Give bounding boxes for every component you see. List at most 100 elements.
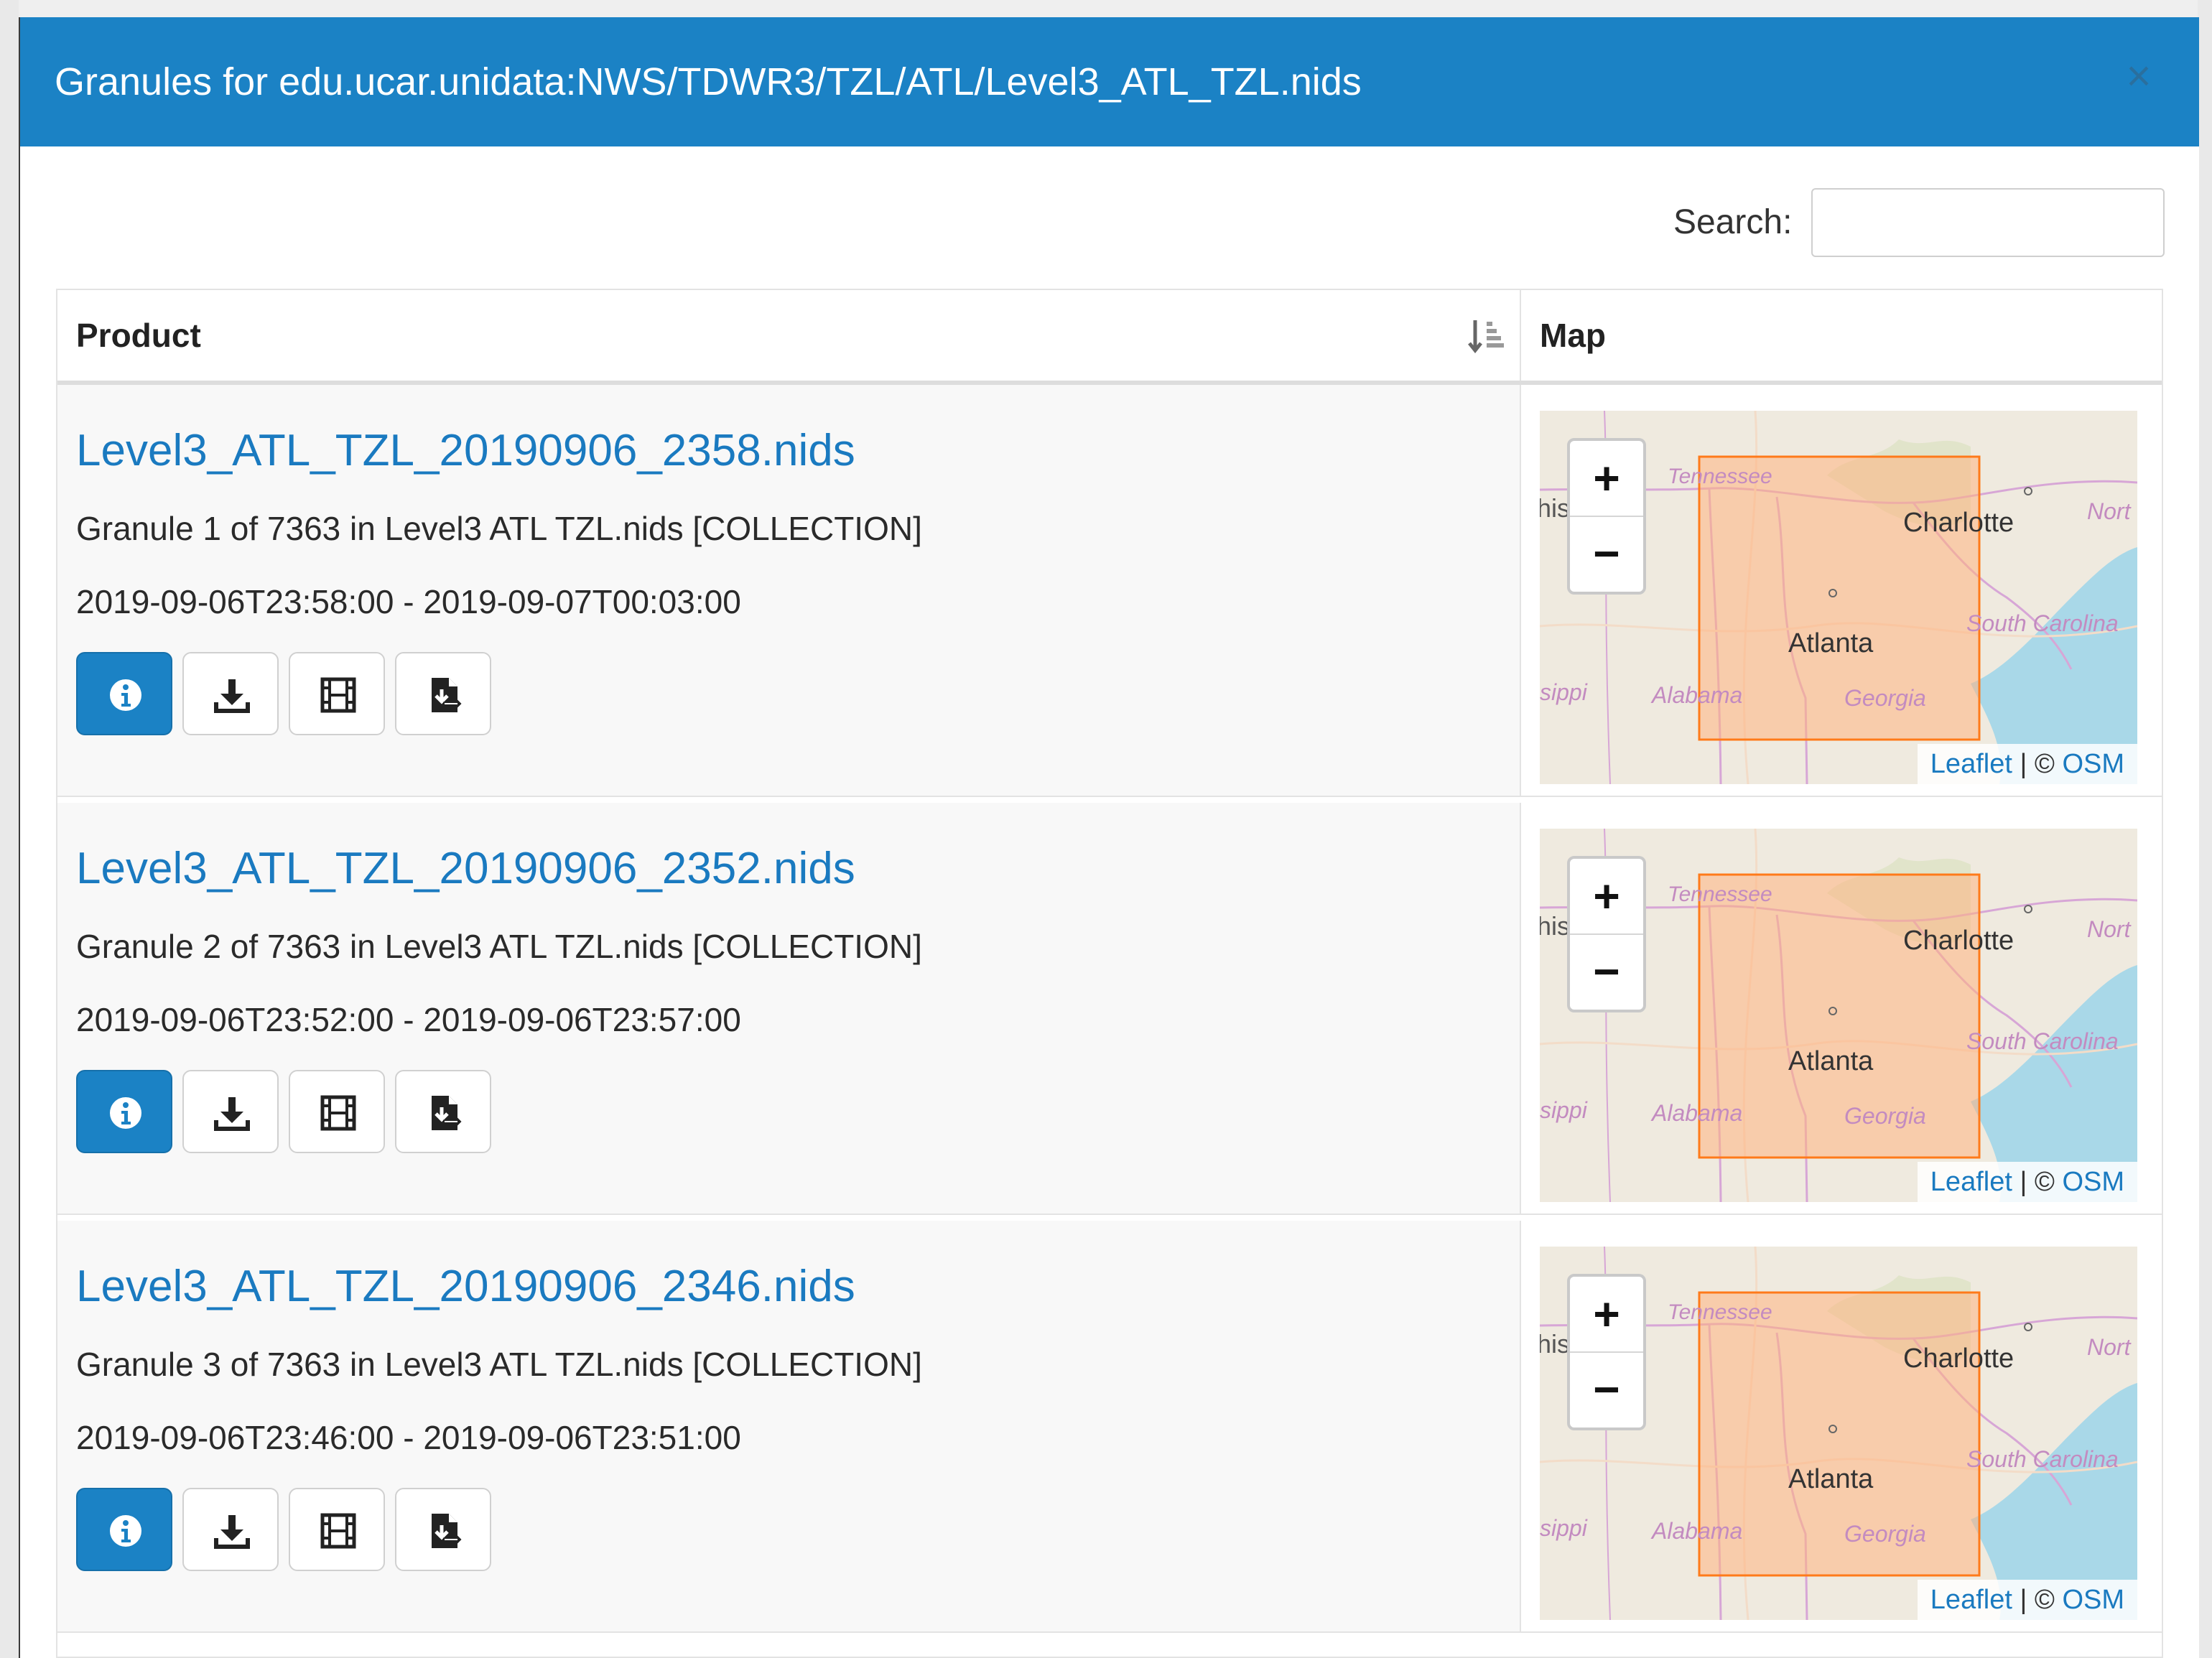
map-label-georgia: Georgia xyxy=(1844,1521,1926,1547)
info-button[interactable] xyxy=(76,1488,172,1571)
map-label-mississippi: sippi xyxy=(1540,1097,1587,1123)
map-label-georgia: Georgia xyxy=(1844,1103,1926,1129)
map-label-partial: his xyxy=(1540,493,1571,523)
granule-map[interactable]: Tennessee his Charlotte Nort South Carolina A… xyxy=(1540,411,2137,784)
column-header-product-label: Product xyxy=(76,317,201,354)
product-cell: Level3_ATL_TZL_20190906_2346.nids Granul… xyxy=(57,1221,1521,1631)
granule-time-range: 2019-09-06T23:52:00 - 2019-09-06T23:57:0… xyxy=(76,1001,741,1038)
map-label-south-carolina: South Carolina xyxy=(1966,1446,2119,1472)
zoom-in-button[interactable]: + xyxy=(1570,859,1643,935)
attribution-separator: | © xyxy=(2012,1585,2063,1615)
table-row: Level3_ATL_TZL_20190906_2358.nids Granul… xyxy=(57,385,2162,797)
attribution-separator: | © xyxy=(2012,1167,2063,1197)
zoom-out-button[interactable]: − xyxy=(1570,1352,1643,1427)
file-import-button[interactable] xyxy=(395,1070,491,1153)
product-cell: Level3_ATL_TZL_20190906_2358.nids Granul… xyxy=(57,385,1521,796)
file-import-icon xyxy=(432,678,462,712)
map-label-partial: his xyxy=(1540,1329,1571,1359)
info-button[interactable] xyxy=(76,652,172,735)
sort-descending-icon[interactable] xyxy=(1465,316,1505,356)
granule-map[interactable]: Tennessee his Charlotte Nort South Carolina A… xyxy=(1540,829,2137,1202)
table-header: Product Map xyxy=(57,290,2162,385)
map-label-mississippi: sippi xyxy=(1540,1515,1587,1541)
map-label-alabama: Alabama xyxy=(1652,682,1743,708)
download-icon xyxy=(214,1515,250,1549)
close-icon[interactable]: × xyxy=(2117,55,2160,98)
map-label-atlanta: Atlanta xyxy=(1788,628,1874,658)
leaflet-link[interactable]: Leaflet xyxy=(1930,1585,2012,1615)
map-label-partial: his xyxy=(1540,911,1571,941)
zoom-out-button[interactable]: − xyxy=(1570,516,1643,591)
map-label-alabama: Alabama xyxy=(1652,1518,1743,1544)
map-attribution: Leaflet | © OSM xyxy=(1917,1580,2137,1620)
info-icon xyxy=(110,1097,141,1129)
map-label-charlotte: Charlotte xyxy=(1903,926,2014,956)
leaflet-link[interactable]: Leaflet xyxy=(1930,1167,2012,1197)
map-cell: Tennessee his Charlotte Nort South Carolina A… xyxy=(1521,1221,2162,1631)
map-label-south-carolina: South Carolina xyxy=(1966,1028,2119,1054)
film-icon xyxy=(320,1513,356,1549)
info-button[interactable] xyxy=(76,1070,172,1153)
map-label-north: Nort xyxy=(2087,498,2131,524)
map-label-georgia: Georgia xyxy=(1844,685,1926,711)
file-import-icon xyxy=(432,1096,462,1130)
column-header-product[interactable]: Product xyxy=(57,290,1521,381)
osm-link[interactable]: OSM xyxy=(2062,749,2124,779)
map-label-alabama: Alabama xyxy=(1652,1100,1743,1126)
search-input[interactable] xyxy=(1811,188,2165,257)
zoom-in-button[interactable]: + xyxy=(1570,1277,1643,1353)
granule-description: Granule 3 of 7363 in Level3 ATL TZL.nids… xyxy=(76,1346,922,1383)
backdrop-right xyxy=(2198,0,2212,1658)
granule-description: Granule 2 of 7363 in Level3 ATL TZL.nids… xyxy=(76,928,922,965)
film-icon xyxy=(320,677,356,713)
zoom-control: + − xyxy=(1567,856,1646,1012)
map-label-north: Nort xyxy=(2087,1334,2131,1360)
column-header-map: Map xyxy=(1540,317,1606,354)
zoom-out-button[interactable]: − xyxy=(1570,934,1643,1009)
film-icon xyxy=(320,1095,356,1131)
granule-link[interactable]: Level3_ATL_TZL_20190906_2358.nids xyxy=(76,424,855,478)
file-import-button[interactable] xyxy=(395,1488,491,1571)
map-label-tennessee: Tennessee xyxy=(1668,882,1772,906)
osm-link[interactable]: OSM xyxy=(2062,1585,2124,1615)
attribution-separator: | © xyxy=(2012,749,2063,779)
download-button[interactable] xyxy=(182,1070,279,1153)
backdrop-top xyxy=(0,0,2212,17)
file-import-button[interactable] xyxy=(395,652,491,735)
search-label: Search: xyxy=(1673,203,1793,241)
zoom-control: + − xyxy=(1567,1274,1646,1430)
file-import-icon xyxy=(432,1514,462,1548)
film-button[interactable] xyxy=(289,1488,385,1571)
map-attribution: Leaflet | © OSM xyxy=(1917,1162,2137,1202)
granule-link[interactable]: Level3_ATL_TZL_20190906_2346.nids xyxy=(76,1259,855,1314)
info-icon xyxy=(110,679,141,711)
table-row: Level3_ATL_TZL_20190906_2352.nids Granul… xyxy=(57,803,2162,1215)
info-icon xyxy=(110,1515,141,1547)
download-button[interactable] xyxy=(182,1488,279,1571)
granules-modal: Granules for edu.ucar.unidata:NWS/TDWR3/… xyxy=(19,17,2199,1658)
modal-title: Granules for edu.ucar.unidata:NWS/TDWR3/… xyxy=(55,60,1362,103)
map-attribution: Leaflet | © OSM xyxy=(1917,744,2137,784)
zoom-in-button[interactable]: + xyxy=(1570,441,1643,517)
product-cell: Level3_ATL_TZL_20190906_2352.nids Granul… xyxy=(57,803,1521,1214)
osm-link[interactable]: OSM xyxy=(2062,1167,2124,1197)
download-button[interactable] xyxy=(182,652,279,735)
modal-header: Granules for edu.ucar.unidata:NWS/TDWR3/… xyxy=(20,17,2199,146)
granule-link[interactable]: Level3_ATL_TZL_20190906_2352.nids xyxy=(76,842,855,896)
map-label-north: Nort xyxy=(2087,916,2131,942)
map-label-atlanta: Atlanta xyxy=(1788,1464,1874,1494)
map-cell: Tennessee his Charlotte Nort South Carolina A… xyxy=(1521,803,2162,1214)
leaflet-link[interactable]: Leaflet xyxy=(1930,749,2012,779)
granule-description: Granule 1 of 7363 in Level3 ATL TZL.nids… xyxy=(76,510,922,547)
granule-time-range: 2019-09-06T23:58:00 - 2019-09-07T00:03:0… xyxy=(76,583,741,620)
download-icon xyxy=(214,1097,250,1131)
granule-time-range: 2019-09-06T23:46:00 - 2019-09-06T23:51:0… xyxy=(76,1419,741,1456)
film-button[interactable] xyxy=(289,652,385,735)
map-label-charlotte: Charlotte xyxy=(1903,1343,2014,1374)
download-icon xyxy=(214,679,250,713)
map-label-mississippi: sippi xyxy=(1540,679,1587,705)
map-cell: Tennessee his Charlotte Nort South Carolina A… xyxy=(1521,385,2162,796)
granule-map[interactable]: Tennessee his Charlotte Nort South Carolina A… xyxy=(1540,1247,2137,1620)
backdrop-left xyxy=(0,0,19,1658)
film-button[interactable] xyxy=(289,1070,385,1153)
